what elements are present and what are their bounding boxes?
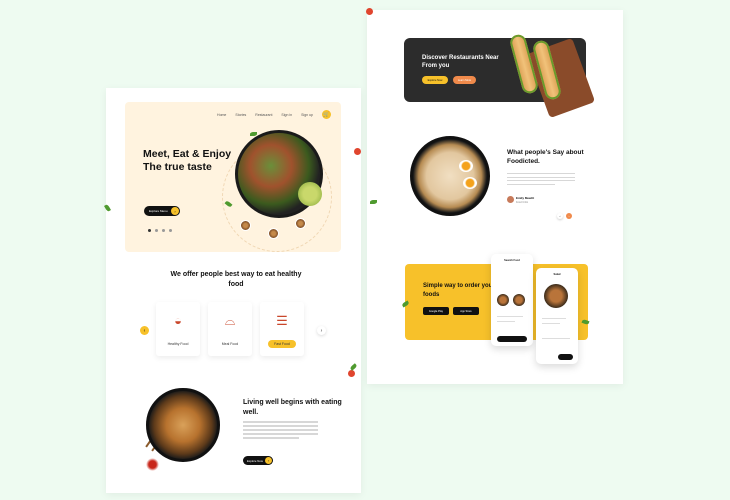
leaf-decoration: [370, 200, 377, 204]
carousel-dots: [148, 229, 172, 232]
testimonial-author: Emily Mewitt: [516, 196, 535, 200]
food-cloche-icon: ⌓: [224, 313, 236, 328]
right-landing-page: Discover Restaurants Near From you Explo…: [367, 10, 623, 384]
left-landing-page: Home Stories Restaurant Sign in Sign up …: [106, 88, 361, 493]
google-play-button[interactable]: Google Play: [423, 307, 449, 315]
explore-menu-button[interactable]: Explore Menu ›: [144, 206, 180, 216]
next-arrow-icon[interactable]: ›: [566, 213, 572, 219]
discover-primary-button[interactable]: Explore Now: [422, 76, 448, 84]
testimonial-text: [507, 173, 575, 187]
text-placeholder: [542, 338, 570, 340]
nav-item-home[interactable]: Home: [217, 113, 226, 117]
explore-menu-label: Explore Menu: [149, 209, 168, 213]
nav-item-sign-up[interactable]: Sign up: [301, 113, 313, 117]
dip-bowl-image: [298, 182, 322, 206]
noodle-bowl-image: [146, 388, 220, 462]
top-nav: Home Stories Restaurant Sign in Sign up …: [217, 110, 331, 119]
ramen-bowl-image: [410, 136, 490, 216]
add-to-cart-bar[interactable]: [558, 354, 573, 360]
tomato-decoration: [354, 148, 361, 155]
card-label: Fast Food: [268, 340, 296, 348]
text-placeholder: [542, 323, 560, 325]
phone-bottom-bar: [497, 336, 527, 342]
card-meal-food[interactable]: ⌓ Meal Food: [208, 302, 252, 356]
mini-dish-image: [240, 220, 251, 231]
egg-image: [459, 160, 473, 172]
offer-title: We offer people best way to eat healthy …: [170, 271, 302, 288]
explore-now-label: Explore Now: [247, 458, 263, 463]
living-title: Living well begins with eating well.: [243, 399, 342, 416]
arrow-right-icon: ›: [265, 457, 272, 464]
avatar: [507, 196, 514, 203]
card-healthy-food[interactable]: ◒ Healthy Food: [156, 302, 200, 356]
hero-title: Meet, Eat & Enjoy The true taste: [143, 148, 232, 173]
text-placeholder: [542, 318, 566, 320]
carousel-next-button[interactable]: ›: [317, 326, 326, 335]
mini-dish-image: [268, 228, 279, 239]
nav-item-stories[interactable]: Stories: [235, 113, 246, 117]
tomato-decoration: [366, 8, 373, 15]
salad-bowl-icon: ◒: [174, 313, 182, 328]
card-fast-food[interactable]: ☰ Fast Food: [260, 302, 304, 356]
phone-mockup-search: Search Food: [491, 254, 533, 346]
prev-arrow-icon[interactable]: ‹: [557, 213, 563, 219]
leaf-decoration: [250, 132, 257, 136]
sauce-bowl-image: [146, 458, 159, 471]
hero-section: Home Stories Restaurant Sign in Sign up …: [125, 102, 341, 252]
card-label: Meal Food: [221, 342, 239, 346]
nav-item-sign-in[interactable]: Sign in: [281, 113, 292, 117]
text-placeholder: [497, 321, 515, 323]
carousel-prev-button[interactable]: ‹: [140, 326, 149, 335]
dish-thumbnail: [513, 294, 525, 306]
card-label: Healthy Food: [167, 342, 189, 346]
discover-banner: Discover Restaurants Near From you Explo…: [404, 32, 596, 119]
carousel-dot[interactable]: [148, 229, 151, 232]
arrow-right-icon: ›: [171, 207, 179, 215]
carousel-dot[interactable]: [162, 229, 165, 232]
phone-title: Salad: [553, 273, 561, 276]
burger-icon: ☰: [276, 313, 288, 328]
carousel-dot[interactable]: [169, 229, 172, 232]
nav-item-restaurant[interactable]: Restaurant: [255, 113, 272, 117]
phone-mockup-detail: Salad: [536, 268, 578, 364]
living-description: [243, 421, 318, 441]
testimonial-title: What people's Say about Foodicted.: [507, 149, 584, 165]
carousel-dot[interactable]: [155, 229, 158, 232]
explore-now-button[interactable]: Explore Now ›: [243, 456, 273, 465]
mini-dish-image: [295, 218, 306, 229]
offer-cards: ◒ Healthy Food ⌓ Meal Food ☰ Fast Food: [156, 302, 304, 356]
app-store-button[interactable]: App Store: [453, 307, 479, 315]
text-placeholder: [497, 316, 523, 318]
testimonial-author-role: Food Critic: [516, 201, 529, 204]
discover-title: Discover Restaurants Near From you: [422, 55, 499, 69]
testimonial-nav: ‹ ›: [557, 213, 572, 219]
discover-secondary-button[interactable]: Learn More: [453, 76, 476, 84]
cart-icon[interactable]: 🛒: [322, 110, 331, 119]
phone-title: Search Food: [504, 259, 520, 262]
dish-hero-image: [544, 284, 568, 308]
dish-thumbnail: [497, 294, 509, 306]
egg-image: [463, 177, 477, 189]
